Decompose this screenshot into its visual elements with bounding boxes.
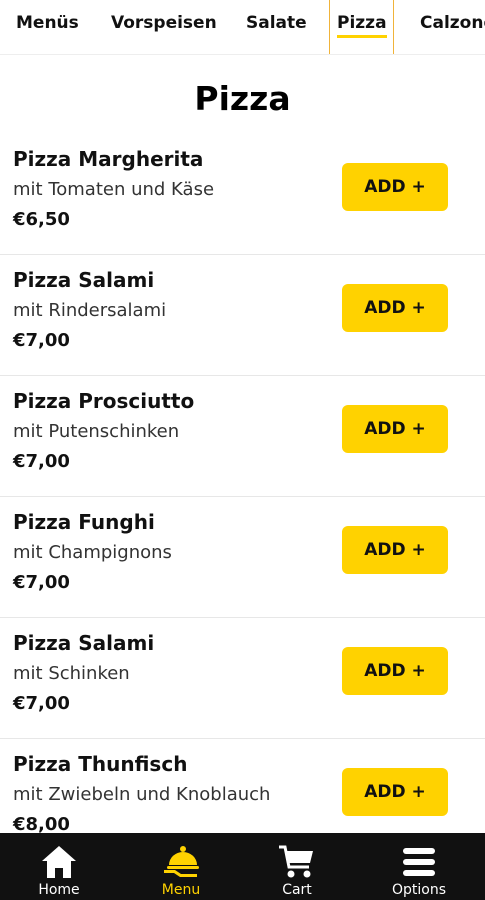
menu-item: Pizza Prosciutto mit Putenschinken €7,00… — [0, 377, 485, 497]
nav-menu[interactable]: Menu — [142, 833, 220, 900]
cart-icon — [277, 842, 317, 882]
item-description: mit Schinken — [13, 663, 130, 684]
tab-label: Calzone — [420, 13, 485, 33]
tab-label: Pizza — [337, 13, 387, 38]
tab-menus[interactable]: Menüs — [8, 0, 87, 54]
nav-options[interactable]: Options — [380, 833, 458, 900]
tab-salate[interactable]: Salate — [238, 0, 315, 54]
nav-label: Menu — [161, 882, 201, 898]
nav-label: Cart — [282, 882, 312, 898]
item-name: Pizza Thunfisch — [13, 752, 188, 776]
add-button[interactable]: ADD + — [342, 284, 448, 332]
menu-cloche-icon — [161, 842, 201, 882]
nav-home[interactable]: Home — [20, 833, 98, 900]
item-name: Pizza Funghi — [13, 510, 155, 534]
add-button[interactable]: ADD + — [342, 647, 448, 695]
options-hamburger-icon — [399, 842, 439, 882]
menu-item: Pizza Thunfisch mit Zwiebeln und Knoblau… — [0, 740, 485, 833]
add-button[interactable]: ADD + — [342, 768, 448, 816]
menu-item: Pizza Salami mit Schinken €7,00 ADD + — [0, 619, 485, 739]
nav-label: Home — [38, 882, 80, 898]
add-button[interactable]: ADD + — [342, 526, 448, 574]
nav-label: Options — [391, 882, 447, 898]
tab-pizza[interactable]: Pizza — [329, 0, 394, 54]
menu-item: Pizza Salami mit Rindersalami €7,00 ADD … — [0, 256, 485, 376]
tab-label: Menüs — [16, 13, 79, 33]
item-description: mit Zwiebeln und Knoblauch — [13, 784, 271, 805]
menu-item: Pizza Margherita mit Tomaten und Käse €6… — [0, 135, 485, 255]
item-price: €7,00 — [13, 330, 70, 351]
item-name: Pizza Salami — [13, 631, 155, 655]
tab-calzone[interactable]: Calzone — [412, 0, 485, 54]
item-description: mit Putenschinken — [13, 421, 180, 442]
item-price: €8,00 — [13, 814, 70, 833]
add-button[interactable]: ADD + — [342, 405, 448, 453]
bottom-navigation: Home Menu Cart Options — [0, 833, 485, 900]
item-description: mit Rindersalami — [13, 300, 167, 321]
item-price: €7,00 — [13, 572, 70, 593]
item-name: Pizza Salami — [13, 268, 155, 292]
item-price: €7,00 — [13, 451, 70, 472]
item-name: Pizza Margherita — [13, 147, 204, 171]
tab-label: Vorspeisen — [111, 13, 217, 33]
item-price: €6,50 — [13, 209, 70, 230]
menu-item: Pizza Funghi mit Champignons €7,00 ADD + — [0, 498, 485, 618]
category-tab-bar: Menüs Vorspeisen Salate Pizza Calzone — [0, 0, 485, 55]
tab-label: Salate — [246, 13, 307, 33]
home-icon — [39, 842, 79, 882]
tab-vorspeisen[interactable]: Vorspeisen — [103, 0, 225, 54]
nav-cart[interactable]: Cart — [258, 833, 336, 900]
item-description: mit Tomaten und Käse — [13, 179, 215, 200]
add-button[interactable]: ADD + — [342, 163, 448, 211]
item-name: Pizza Prosciutto — [13, 389, 195, 413]
menu-content: Pizza Pizza Margherita mit Tomaten und K… — [0, 55, 485, 833]
item-description: mit Champignons — [13, 542, 172, 563]
item-price: €7,00 — [13, 693, 70, 714]
section-title: Pizza — [194, 79, 291, 118]
